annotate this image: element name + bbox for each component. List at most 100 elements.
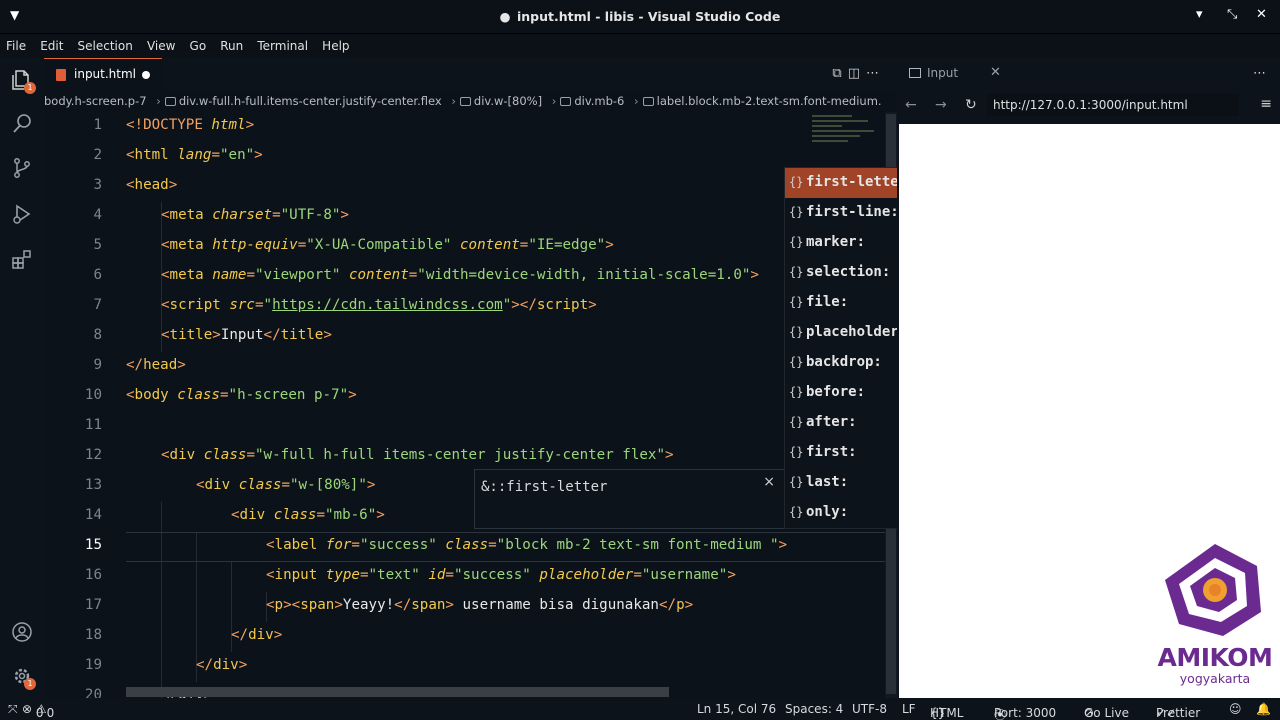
unsaved-dot-icon[interactable] <box>142 71 150 79</box>
code-line[interactable]: 19 </div> <box>44 652 885 682</box>
code-token: > <box>684 597 694 613</box>
element-icon <box>459 97 471 106</box>
minimap[interactable] <box>812 112 884 172</box>
close-tab-icon[interactable]: ✕ <box>990 65 1001 80</box>
braces-icon: {} <box>789 235 804 249</box>
close-hover-icon[interactable]: × <box>763 474 775 490</box>
line-number: 19 <box>84 657 102 673</box>
code-editor[interactable]: 1 <!DOCTYPE html> 2 <html lang="en"> 3 <head>… <box>44 112 885 698</box>
code-token: </ <box>263 327 281 343</box>
chevron-right-icon: › <box>156 94 161 108</box>
breadcrumb-item[interactable]: div.mb-6 <box>574 94 624 108</box>
element-icon <box>164 97 176 106</box>
code-token: Input <box>220 327 264 343</box>
encoding-status[interactable]: UTF-8 <box>852 702 887 716</box>
menu-run[interactable]: Run <box>220 39 243 53</box>
split-editor-icon[interactable]: ◫ <box>848 66 866 81</box>
forward-arrow-icon[interactable]: → <box>935 97 947 113</box>
code-line[interactable]: 7 <script src="https://cdn.tailwindcss.co… <box>44 292 885 322</box>
code-token: content <box>459 237 520 253</box>
menu-go[interactable]: Go <box>190 39 207 53</box>
menu-view[interactable]: View <box>147 39 175 53</box>
code-line[interactable]: 9 </head> <box>44 352 885 382</box>
menu-terminal[interactable]: Terminal <box>257 39 308 53</box>
breadcrumb-item[interactable]: div.w-[80%] <box>474 94 542 108</box>
explorer-badge: 1 <box>24 82 36 94</box>
run-debug-icon[interactable] <box>10 202 34 226</box>
prettier-label: Prettier <box>1156 706 1201 720</box>
code-token: < <box>161 207 170 223</box>
horizontal-scrollbar[interactable] <box>126 687 669 697</box>
code-token: title <box>169 327 213 343</box>
close-window-icon[interactable]: ✕ <box>1256 7 1267 22</box>
code-line[interactable]: 15 <label for="success" class="block mb-2… <box>44 532 885 562</box>
braces-icon: {} <box>789 325 804 339</box>
code-line[interactable]: 17 <p><span>Yeayy!</span> username bisa d… <box>44 592 885 622</box>
explorer-icon[interactable]: 1 <box>10 68 36 94</box>
code-text: <label for="success" class="block mb-2 t… <box>266 537 787 553</box>
settings-gear-icon[interactable]: 1 <box>10 664 36 690</box>
code-line[interactable]: 12 <div class="w-full h-full items-center… <box>44 442 885 472</box>
code-token: < <box>126 147 135 163</box>
tab-preview-input[interactable]: Input ✕ <box>897 58 1015 90</box>
code-text: </head> <box>126 357 186 373</box>
reload-icon[interactable]: ↻ <box>965 97 977 113</box>
breadcrumb-item[interactable]: body.h-screen.p-7 <box>44 94 147 108</box>
code-token: > <box>245 117 255 133</box>
code-token: < <box>196 477 205 493</box>
back-arrow-icon[interactable]: ← <box>905 97 917 113</box>
code-token: > <box>445 597 463 613</box>
code-line[interactable]: 8 <title>Input</title> <box>44 322 885 352</box>
open-preview-icon[interactable]: ⧉ <box>832 66 847 81</box>
code-token: > <box>340 207 349 223</box>
code-line[interactable]: 18 </div> <box>44 622 885 652</box>
code-token: < <box>266 537 275 553</box>
code-line[interactable]: 3 <head> <box>44 172 885 202</box>
menu-selection[interactable]: Selection <box>78 39 133 53</box>
extensions-icon[interactable] <box>10 248 34 272</box>
code-line[interactable]: 11 <box>44 412 885 442</box>
search-icon[interactable] <box>10 112 34 136</box>
code-token: charset <box>212 207 273 223</box>
tab-input-html[interactable]: input.html <box>44 58 162 90</box>
menu-edit[interactable]: Edit <box>40 39 63 53</box>
eol-status[interactable]: LF <box>902 702 916 716</box>
code-token: " <box>502 297 512 313</box>
more-actions-icon[interactable]: ⋯ <box>1253 66 1266 81</box>
hamburger-menu-icon[interactable]: ≡ <box>1260 96 1272 112</box>
menu-file[interactable]: File <box>6 39 26 53</box>
line-number: 1 <box>93 117 102 133</box>
code-token: > <box>727 567 736 583</box>
breadcrumb-item[interactable]: label.block.mb-2.text-sm.font-medium. <box>657 94 882 108</box>
account-icon[interactable] <box>10 620 34 644</box>
remote-icon[interactable]: ⤧ <box>8 702 18 717</box>
braces-icon: {} <box>789 475 804 489</box>
code-line[interactable]: 1 <!DOCTYPE html> <box>44 112 885 142</box>
breadcrumb-item[interactable]: div.w-full.h-full.items-center.justify-c… <box>179 94 442 108</box>
feedback-icon[interactable]: ☺ <box>1229 702 1242 716</box>
code-token: > <box>348 387 357 403</box>
code-token: < <box>161 267 170 283</box>
indentation-status[interactable]: Spaces: 4 <box>785 702 843 716</box>
suggestion-label: file: <box>806 294 849 310</box>
code-line[interactable]: 10 <body class="h-screen p-7"> <box>44 382 885 412</box>
minimize-icon[interactable]: ▾ <box>1196 7 1203 22</box>
code-token: = <box>211 147 220 163</box>
more-actions-icon[interactable]: ⋯ <box>866 66 885 81</box>
address-bar[interactable]: http://127.0.0.1:3000/input.html <box>987 94 1239 116</box>
code-line[interactable]: 16 <input type="text" id="success" placeh… <box>44 562 885 592</box>
code-line[interactable]: 5 <meta http-equiv="X-UA-Compatible" cont… <box>44 232 885 262</box>
source-control-icon[interactable] <box>10 156 34 180</box>
preview-navbar: ← → ↻ http://127.0.0.1:3000/input.html ≡ <box>897 90 1280 122</box>
code-token: < <box>161 237 170 253</box>
code-line[interactable]: 4 <meta charset="UTF-8"> <box>44 202 885 232</box>
problems-status[interactable]: ⊗ 0 ⚠ 0 <box>22 702 54 720</box>
code-token: = <box>445 567 454 583</box>
code-line[interactable]: 2 <html lang="en"> <box>44 142 885 172</box>
code-line[interactable]: 6 <meta name="viewport" content="width=de… <box>44 262 885 292</box>
cursor-position[interactable]: Ln 15, Col 76 <box>697 702 776 716</box>
restore-icon[interactable]: ⤡ <box>1227 7 1237 22</box>
notifications-bell-icon[interactable]: 🔔 <box>1256 702 1271 716</box>
suggestion-label: placeholder: <box>806 324 908 340</box>
menu-help[interactable]: Help <box>322 39 349 53</box>
